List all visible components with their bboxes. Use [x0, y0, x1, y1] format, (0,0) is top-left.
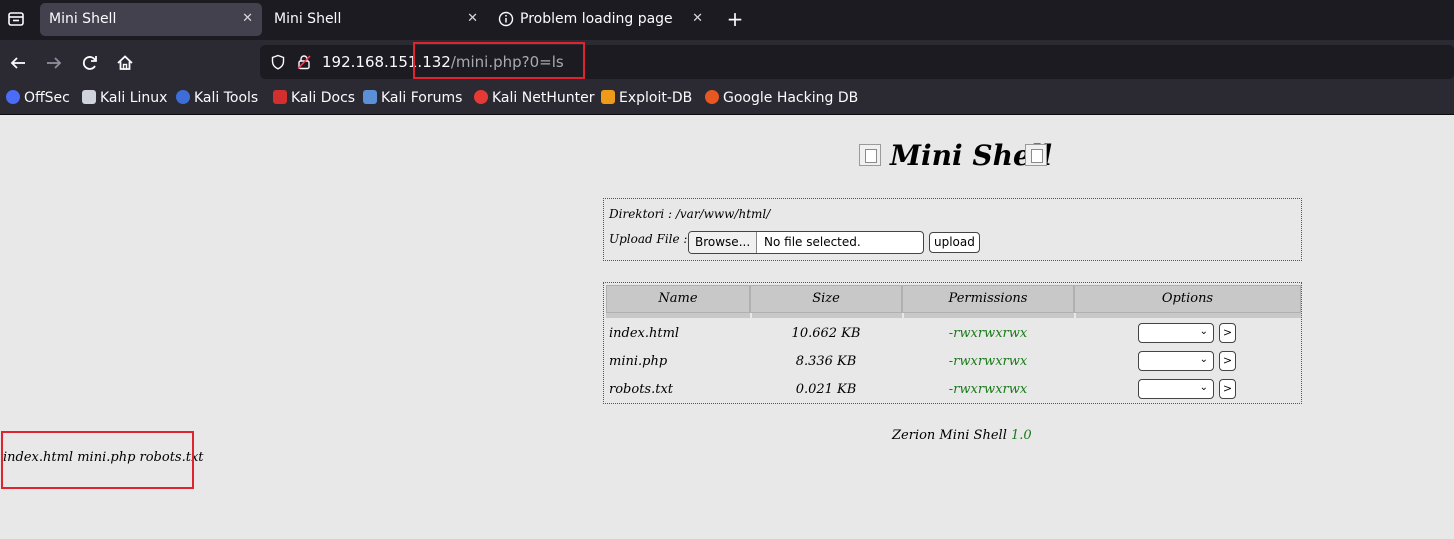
directory-path: Direktori : /var/www/html/ [609, 207, 771, 221]
file-size: 10.662 KB [791, 326, 861, 341]
footer-text: Zerion Mini Shell [892, 428, 1007, 443]
bookmark-label: Kali NetHunter [492, 90, 595, 106]
chevron-down-icon: ⌄ [1199, 382, 1208, 393]
go-button[interactable]: > [1219, 323, 1236, 343]
tab-title: Problem loading page [520, 11, 673, 27]
kali-docs-icon [273, 90, 287, 104]
exploit-db-icon [601, 90, 615, 104]
broken-image-icon [1025, 144, 1047, 166]
header-divider [752, 313, 902, 318]
tab-mini-shell-1[interactable]: Mini Shell ✕ [40, 3, 262, 36]
tab-problem-loading[interactable]: Problem loading page ✕ [490, 3, 712, 36]
info-icon [498, 11, 514, 31]
url-highlight-box [413, 42, 585, 79]
tab-title: Mini Shell [49, 11, 117, 27]
tab-mini-shell-2[interactable]: Mini Shell ✕ [265, 3, 487, 36]
broken-image-icon [859, 144, 881, 166]
file-name[interactable]: mini.php [609, 354, 667, 369]
bookmark-label: Google Hacking DB [723, 90, 859, 106]
bookmark-kali-linux[interactable]: Kali Linux [82, 90, 167, 110]
browse-button[interactable]: Browse... [689, 232, 758, 253]
close-icon[interactable]: ✕ [467, 11, 478, 26]
bookmark-label: Kali Forums [381, 90, 463, 106]
upload-label: Upload File : [609, 232, 688, 246]
bookmark-label: Kali Docs [291, 90, 356, 106]
file-permissions: -rwxrwxrwx [948, 354, 1028, 369]
kali-dragon-icon [82, 90, 96, 104]
table-row: robots.txt 0.021 KB -rwxrwxrwx ⌄ > [604, 376, 1303, 404]
kali-forums-icon [363, 90, 377, 104]
file-name[interactable]: robots.txt [609, 382, 673, 397]
bookmark-kali-nethunter[interactable]: Kali NetHunter [474, 90, 594, 110]
header-divider [606, 313, 750, 318]
bookmark-label: Exploit-DB [619, 90, 693, 106]
bookmark-label: OffSec [24, 90, 70, 106]
file-name[interactable]: index.html [609, 326, 679, 341]
shield-icon[interactable] [270, 54, 286, 74]
offsec-icon [6, 90, 20, 104]
bookmark-label: Kali Linux [100, 90, 168, 106]
go-button[interactable]: > [1219, 379, 1236, 399]
bookmark-kali-tools[interactable]: Kali Tools [176, 90, 258, 110]
footer: Zerion Mini Shell 1.0 [892, 428, 1032, 443]
tab-strip: Mini Shell ✕ Mini Shell ✕ Problem loadin… [0, 0, 1454, 40]
back-arrow-icon[interactable] [4, 49, 32, 77]
close-icon[interactable]: ✕ [692, 11, 703, 26]
go-button[interactable]: > [1219, 351, 1236, 371]
bookmarks-toolbar: OffSec Kali Linux Kali Tools Kali Docs K… [0, 85, 1454, 115]
header-name: Name [606, 285, 750, 313]
header-size: Size [750, 285, 902, 313]
header-options: Options [1074, 285, 1301, 313]
directory-upload-panel: Direktori : /var/www/html/ Upload File :… [603, 198, 1302, 261]
tab-title: Mini Shell [274, 11, 342, 27]
bookmark-offsec[interactable]: OffSec [6, 90, 70, 110]
table-row: index.html 10.662 KB -rwxrwxrwx ⌄ > [604, 320, 1303, 348]
insecure-lock-icon[interactable] [296, 54, 312, 74]
home-icon[interactable] [111, 49, 139, 77]
options-select[interactable]: ⌄ [1138, 379, 1214, 399]
bookmark-kali-forums[interactable]: Kali Forums [363, 90, 462, 110]
header-divider [904, 313, 1074, 318]
navigation-bar: 192.168.151.132/mini.php?0=ls [0, 40, 1454, 85]
kali-nethunter-icon [474, 90, 488, 104]
table-row: mini.php 8.336 KB -rwxrwxrwx ⌄ > [604, 348, 1303, 376]
chevron-down-icon: ⌄ [1199, 354, 1208, 365]
forward-arrow-icon[interactable] [40, 49, 68, 77]
page-content: Mini Shell Direktori : /var/www/html/ Up… [0, 115, 1454, 539]
close-icon[interactable]: ✕ [242, 11, 253, 26]
ghdb-icon [705, 90, 719, 104]
tab-list-icon[interactable] [3, 6, 29, 32]
bookmark-google-hacking-db[interactable]: Google Hacking DB [705, 90, 858, 110]
output-highlight-box [1, 431, 194, 489]
footer-version: 1.0 [1011, 428, 1032, 443]
bookmark-exploit-db[interactable]: Exploit-DB [601, 90, 692, 110]
bookmark-kali-docs[interactable]: Kali Docs [273, 90, 355, 110]
file-permissions: -rwxrwxrwx [948, 326, 1028, 341]
upload-button[interactable]: upload [929, 232, 980, 253]
header-divider [1076, 313, 1301, 318]
bookmark-label: Kali Tools [194, 90, 259, 106]
reload-icon[interactable] [76, 49, 104, 77]
header-permissions: Permissions [902, 285, 1074, 313]
kali-tools-icon [176, 90, 190, 104]
chevron-down-icon: ⌄ [1199, 326, 1208, 337]
new-tab-plus-icon[interactable]: + [723, 6, 747, 32]
no-file-label: No file selected. [764, 235, 861, 249]
file-permissions: -rwxrwxrwx [948, 382, 1028, 397]
file-table: Name Size Permissions Options index.html… [603, 282, 1302, 404]
file-size: 8.336 KB [795, 354, 857, 369]
options-select[interactable]: ⌄ [1138, 351, 1214, 371]
options-select[interactable]: ⌄ [1138, 323, 1214, 343]
file-input[interactable]: Browse... No file selected. [688, 231, 924, 254]
file-size: 0.021 KB [795, 382, 857, 397]
